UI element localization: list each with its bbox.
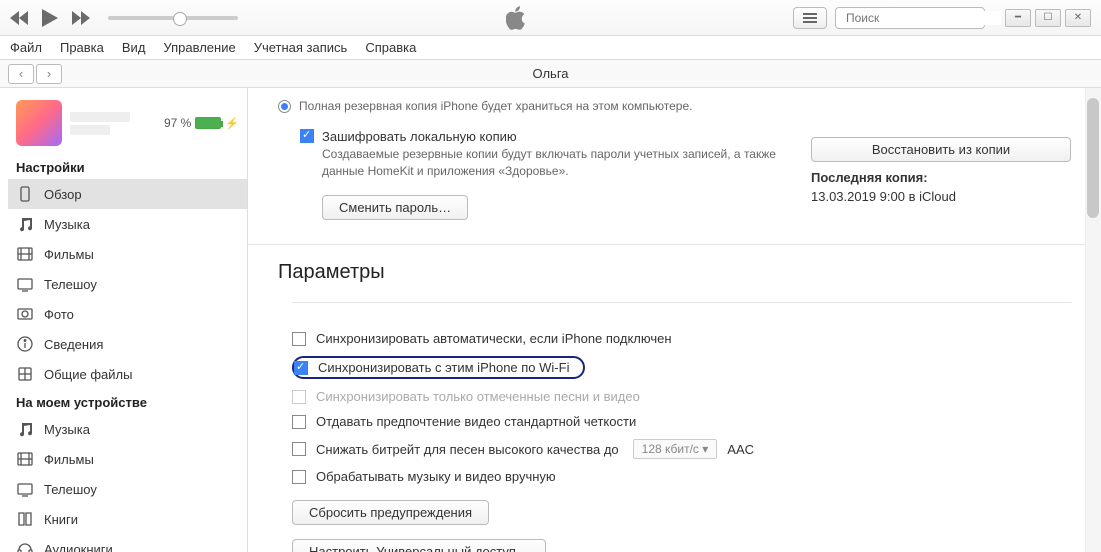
sidebar-item-label: Фильмы bbox=[44, 247, 94, 262]
checkbox-wifi-sync[interactable] bbox=[294, 361, 308, 375]
checkbox-only-marked bbox=[292, 390, 306, 404]
encrypt-hint: Создаваемые резервные копии будут включа… bbox=[322, 146, 781, 180]
radio-local-backup[interactable] bbox=[278, 100, 291, 113]
sidebar-item-label: Музыка bbox=[44, 217, 90, 232]
minimize-button[interactable]: ━ bbox=[1005, 9, 1031, 27]
checkbox-sd-pref[interactable] bbox=[292, 415, 306, 429]
sidebar-item-settings-5[interactable]: Сведения bbox=[8, 329, 247, 359]
menu-view[interactable]: Вид bbox=[122, 40, 146, 55]
battery-icon bbox=[195, 117, 221, 129]
sidebar-item-settings-1[interactable]: Музыка bbox=[8, 209, 247, 239]
sidebar-item-label: Аудиокниги bbox=[44, 542, 113, 552]
sidebar-item-ondevice-4[interactable]: Аудиокниги bbox=[8, 534, 247, 552]
bitrate-label: Снижать битрейт для песен высокого качес… bbox=[316, 442, 619, 457]
sidebar-item-label: Общие файлы bbox=[44, 367, 132, 382]
sidebar-item-label: Телешоу bbox=[44, 277, 97, 292]
forward-button[interactable]: › bbox=[36, 64, 62, 84]
play-button[interactable] bbox=[42, 9, 58, 27]
last-backup-value: 13.03.2019 9:00 в iCloud bbox=[811, 189, 1071, 204]
sidebar-item-ondevice-0[interactable]: Музыка bbox=[8, 414, 247, 444]
sidebar-item-label: Обзор bbox=[44, 187, 82, 202]
device-thumbnail bbox=[16, 100, 62, 146]
manual-label: Обрабатывать музыку и видео вручную bbox=[316, 469, 556, 484]
sidebar-item-label: Фото bbox=[44, 307, 74, 322]
params-title: Параметры bbox=[278, 261, 1071, 284]
music-icon bbox=[16, 420, 34, 438]
sidebar-item-label: Книги bbox=[44, 512, 78, 527]
menu-edit[interactable]: Правка bbox=[60, 40, 104, 55]
checkbox-encrypt[interactable] bbox=[300, 129, 314, 143]
battery-percent: 97 % bbox=[164, 116, 191, 130]
music-icon bbox=[16, 215, 34, 233]
next-track-button[interactable] bbox=[72, 11, 90, 25]
films-icon bbox=[16, 245, 34, 263]
menu-file[interactable]: Файл bbox=[10, 40, 42, 55]
settings-header: Настройки bbox=[8, 154, 247, 179]
last-backup-label: Последняя копия: bbox=[811, 170, 1071, 185]
sidebar-item-settings-2[interactable]: Фильмы bbox=[8, 239, 247, 269]
tv-icon bbox=[16, 275, 34, 293]
sidebar-item-settings-0[interactable]: Обзор bbox=[8, 179, 247, 209]
sidebar-item-ondevice-2[interactable]: Телешоу bbox=[8, 474, 247, 504]
menu-help[interactable]: Справка bbox=[365, 40, 416, 55]
prev-track-button[interactable] bbox=[10, 11, 28, 25]
files-icon bbox=[16, 365, 34, 383]
photos-icon bbox=[16, 305, 34, 323]
checkbox-bitrate[interactable] bbox=[292, 442, 306, 456]
back-button[interactable]: ‹ bbox=[8, 64, 34, 84]
backup-full-text: Полная резервная копия iPhone будет хран… bbox=[299, 98, 781, 115]
sidebar-item-label: Фильмы bbox=[44, 452, 94, 467]
universal-access-button[interactable]: Настроить Универсальный доступ… bbox=[292, 539, 546, 552]
aac-label: AAC bbox=[727, 442, 754, 457]
sidebar-item-ondevice-1[interactable]: Фильмы bbox=[8, 444, 247, 474]
apple-logo bbox=[238, 6, 793, 30]
sidebar: 97 % ⚡ Настройки Обзор Музыка Фильмы Телешо… bbox=[0, 88, 248, 552]
device-model-redacted bbox=[70, 125, 110, 135]
device-info: 97 % ⚡ bbox=[8, 96, 247, 154]
menu-account[interactable]: Учетная запись bbox=[254, 40, 348, 55]
scrollbar[interactable] bbox=[1085, 88, 1101, 552]
info-icon bbox=[16, 335, 34, 353]
tv-icon bbox=[16, 480, 34, 498]
checkbox-auto-sync[interactable] bbox=[292, 332, 306, 346]
wifi-sync-label: Синхронизировать с этим iPhone по Wi-Fi bbox=[318, 360, 569, 375]
sidebar-item-label: Музыка bbox=[44, 422, 90, 437]
audiobooks-icon bbox=[16, 540, 34, 552]
encrypt-label: Зашифровать локальную копию bbox=[322, 129, 517, 144]
reset-warnings-button[interactable]: Сбросить предупреждения bbox=[292, 500, 489, 525]
change-password-button[interactable]: Сменить пароль… bbox=[322, 195, 468, 220]
content-pane: Полная резервная копия iPhone будет хран… bbox=[248, 88, 1101, 552]
bitrate-select[interactable]: 128 кбит/с ▾ bbox=[633, 439, 718, 459]
device-title: Ольга bbox=[532, 66, 568, 81]
charging-icon: ⚡ bbox=[225, 117, 239, 130]
sidebar-item-settings-6[interactable]: Общие файлы bbox=[8, 359, 247, 389]
menu-manage[interactable]: Управление bbox=[163, 40, 235, 55]
maximize-button[interactable]: ☐ bbox=[1035, 9, 1061, 27]
volume-slider[interactable] bbox=[108, 16, 238, 20]
sidebar-item-label: Сведения bbox=[44, 337, 103, 352]
search-input[interactable] bbox=[835, 7, 985, 29]
sidebar-item-settings-4[interactable]: Фото bbox=[8, 299, 247, 329]
ondevice-header: На моем устройстве bbox=[8, 389, 247, 414]
checkbox-manual[interactable] bbox=[292, 470, 306, 484]
overview-icon bbox=[16, 185, 34, 203]
sd-pref-label: Отдавать предпочтение видео стандартной … bbox=[316, 414, 636, 429]
books-icon bbox=[16, 510, 34, 528]
sidebar-item-settings-3[interactable]: Телешоу bbox=[8, 269, 247, 299]
close-window-button[interactable]: ✕ bbox=[1065, 9, 1091, 27]
list-view-button[interactable] bbox=[793, 7, 827, 29]
sidebar-item-label: Телешоу bbox=[44, 482, 97, 497]
films-icon bbox=[16, 450, 34, 468]
device-name-redacted bbox=[70, 112, 130, 122]
only-marked-label: Синхронизировать только отмеченные песни… bbox=[316, 389, 640, 404]
restore-button[interactable]: Восстановить из копии bbox=[811, 137, 1071, 162]
menu-bar: Файл Правка Вид Управление Учетная запис… bbox=[0, 36, 1101, 60]
auto-sync-label: Синхронизировать автоматически, если iPh… bbox=[316, 331, 672, 346]
sidebar-item-ondevice-3[interactable]: Книги bbox=[8, 504, 247, 534]
